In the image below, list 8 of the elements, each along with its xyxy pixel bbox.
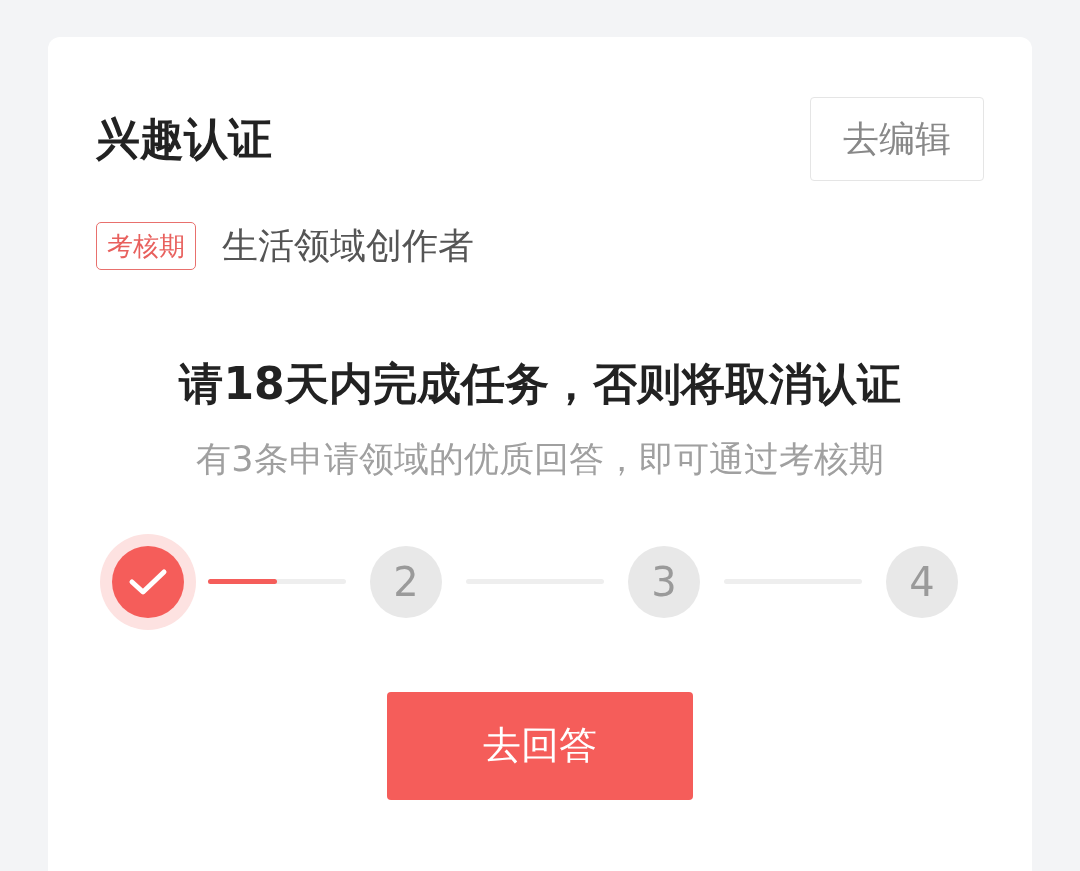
task-heading: 请18天内完成任务，否则将取消认证	[177, 357, 902, 411]
card-title: 兴趣认证	[96, 112, 272, 166]
check-icon	[128, 566, 168, 597]
field-label: 生活领域创作者	[222, 224, 474, 268]
answer-button[interactable]: 去回答	[387, 691, 693, 800]
status-tag: 考核期	[96, 222, 196, 270]
edit-button[interactable]: 去编辑	[810, 97, 984, 181]
task-subtitle: 有3条申请领域的优质回答，即可通过考核期	[195, 438, 885, 481]
